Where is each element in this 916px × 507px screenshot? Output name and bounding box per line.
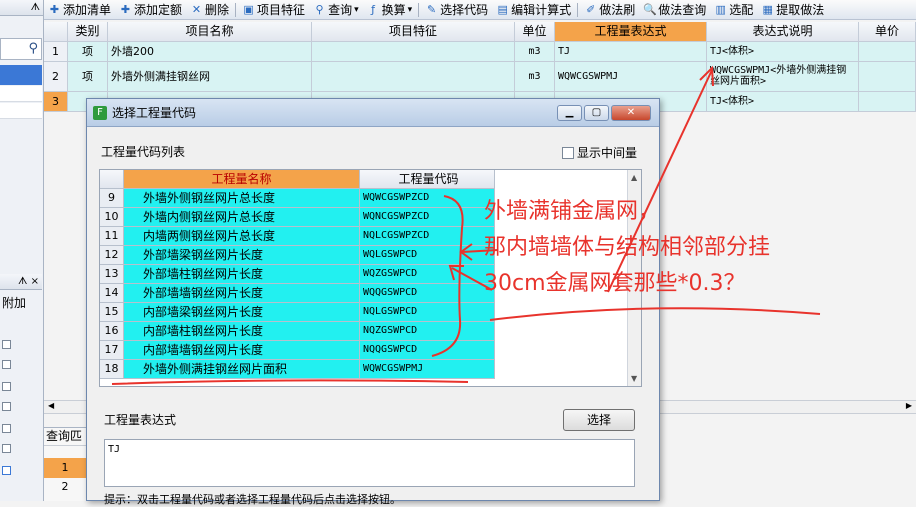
annotation-text-line2: 那内墙墙体与结构相邻部分挂 [484,235,771,260]
annotation-underline-text [489,307,821,321]
annotation-strokes [111,65,821,385]
annotation-text-line1: 外墙满铺金属网， [484,199,661,224]
annotation-text-line3: 30cm金属网套那些*0.3？ [484,271,746,296]
annotation-underline-row [111,379,469,385]
annotation-bracket [431,195,464,357]
